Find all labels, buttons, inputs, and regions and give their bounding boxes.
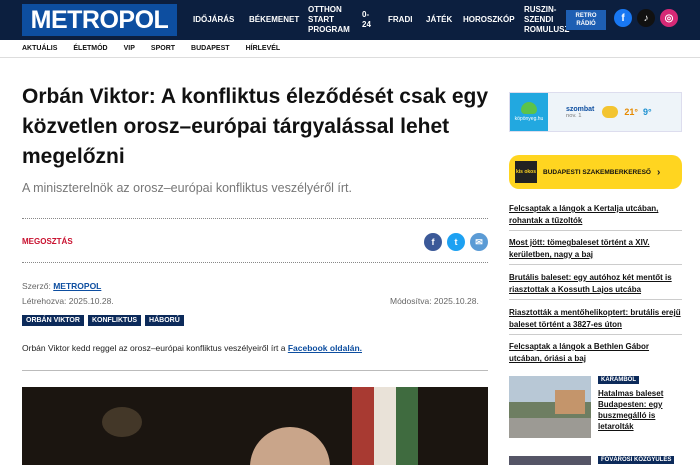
tag-konfliktus[interactable]: KONFLIKTUS (87, 315, 142, 326)
kisokos-banner[interactable]: kis okos BUDAPESTI SZAKEMBERKERESŐ › (509, 155, 682, 189)
weather-widget[interactable]: köpönyeg.hu szombat nov. 1 21° 9° (509, 92, 682, 132)
nav-item-otthon-start[interactable]: OTTHON START PROGRAM (301, 5, 355, 35)
weather-date: nov. 1 (566, 112, 582, 119)
divider (509, 299, 682, 300)
weather-day-name: szombat (566, 105, 595, 113)
weather-max-temp: 21° (624, 107, 639, 117)
article-hero-image (22, 387, 488, 465)
subnav-item-eletmod[interactable]: ÉLETMÓD (73, 45, 107, 52)
tag-orban-viktor[interactable]: ORBÁN VIKTOR (22, 315, 84, 326)
divider (509, 230, 682, 231)
kisokos-logo: kis okos (515, 161, 537, 183)
author-link[interactable]: METROPOL (53, 281, 101, 291)
facebook-share-icon[interactable]: f (424, 233, 442, 251)
news-item[interactable]: Felcsaptak a lángok a Kertalja utcában, … (509, 203, 682, 227)
news-item[interactable]: Felcsaptak a lángok a Bethlen Gábor utcá… (509, 341, 682, 365)
site-logo[interactable]: METROPOL (22, 4, 177, 36)
chevron-right-icon: › (656, 166, 661, 178)
article-title: Orbán Viktor: A konfliktus éleződését cs… (22, 85, 489, 168)
partly-cloudy-icon (602, 106, 619, 118)
nav-item-jatek[interactable]: JÁTÉK (419, 15, 456, 25)
category-badge[interactable]: FŐVÁROSI KÖZGYŰLÉS (598, 456, 675, 464)
body-text: Orbán Viktor kedd reggel az orosz–európa… (22, 343, 288, 353)
news-card-title[interactable]: Hatalmas baleset Budapesten: egy buszmeg… (598, 388, 684, 432)
kopönyeg-logo: köpönyeg.hu (510, 93, 548, 131)
image-road (509, 418, 591, 438)
divider (22, 262, 488, 263)
category-badge[interactable]: KARAMBOL (598, 376, 639, 384)
weather-brand: köpönyeg.hu (514, 116, 544, 122)
instagram-icon[interactable]: ◎ (660, 9, 678, 27)
subnav-item-budapest[interactable]: BUDAPEST (191, 45, 230, 52)
tag-list: ORBÁN VIKTOR KONFLIKTUS HÁBORÚ (22, 315, 184, 326)
divider (509, 334, 682, 335)
top-nav: IDŐJÁRÁS BÉKEMENET OTTHON START PROGRAM … (186, 0, 569, 40)
subnav-item-aktualis[interactable]: AKTUÁLIS (22, 45, 57, 52)
divider (22, 370, 488, 371)
modified-date: Módosítva: 2025.10.28. (390, 296, 479, 306)
social-links: f ♪ ◎ (614, 9, 678, 27)
share-label: MEGOSZTÁS (22, 237, 73, 246)
nav-item-bekemenet[interactable]: BÉKEMENET (242, 15, 301, 25)
facebook-icon[interactable]: f (614, 9, 632, 27)
news-card-image[interactable] (509, 376, 591, 438)
kisokos-text: BUDAPESTI SZAKEMBERKERESŐ (543, 168, 651, 176)
subnav-item-hirlevel[interactable]: HÍRLEVÉL (246, 45, 281, 52)
frog-icon (521, 102, 537, 114)
subnav-item-vip[interactable]: VIP (124, 45, 135, 52)
tiktok-icon[interactable]: ♪ (637, 9, 655, 27)
nav-item-horoszkop[interactable]: HOROSZKÓP (456, 15, 517, 25)
news-item[interactable]: Riasztották a mentőhelikoptert: brutális… (509, 307, 682, 331)
article-body: Orbán Viktor kedd reggel az orosz–európa… (22, 343, 492, 353)
news-item[interactable]: Most jött: tömegbaleset történt a XIV. k… (509, 237, 682, 261)
nav-item-0-24[interactable]: 0-24 (355, 10, 381, 30)
hero-person (250, 427, 330, 465)
divider (509, 264, 682, 265)
email-share-icon[interactable]: ✉ (470, 233, 488, 251)
tag-haboru[interactable]: HÁBORÚ (145, 315, 184, 326)
hero-flag-red (352, 387, 374, 465)
divider (22, 218, 488, 219)
site-header: METROPOL IDŐJÁRÁS BÉKEMENET OTTHON START… (0, 0, 700, 40)
twitter-share-icon[interactable]: t (447, 233, 465, 251)
news-item[interactable]: Brutális baleset: egy autóhoz két mentőt… (509, 272, 682, 296)
sub-nav: AKTUÁLIS ÉLETMÓD VIP SPORT BUDAPEST HÍRL… (0, 40, 700, 58)
weather-min-temp: 9° (643, 107, 652, 117)
nav-item-fradi[interactable]: FRADI (381, 15, 419, 25)
article-lead: A miniszterelnök az orosz–európai konfli… (22, 181, 353, 195)
hero-flag-green (396, 387, 418, 465)
created-date: Létrehozva: 2025.10.28. (22, 296, 114, 306)
hero-flag-white (374, 387, 396, 465)
author-label: Szerző: (22, 281, 51, 291)
nav-item-ruszin-szendi[interactable]: RUSZIN-SZENDI ROMULUSZ (517, 5, 569, 35)
image-house (555, 390, 585, 414)
hero-lamp (102, 407, 142, 437)
share-icons: f t ✉ (424, 233, 488, 251)
author-line: Szerző: METROPOL (22, 281, 101, 291)
retro-radio-button[interactable]: RETRO RÁDIÓ (566, 10, 606, 30)
news-card-image[interactable] (509, 456, 591, 465)
facebook-page-link[interactable]: Facebook oldalán. (288, 343, 362, 353)
subnav-item-sport[interactable]: SPORT (151, 45, 175, 52)
nav-item-idojaras[interactable]: IDŐJÁRÁS (186, 15, 242, 25)
weather-day: szombat nov. 1 (566, 106, 594, 119)
